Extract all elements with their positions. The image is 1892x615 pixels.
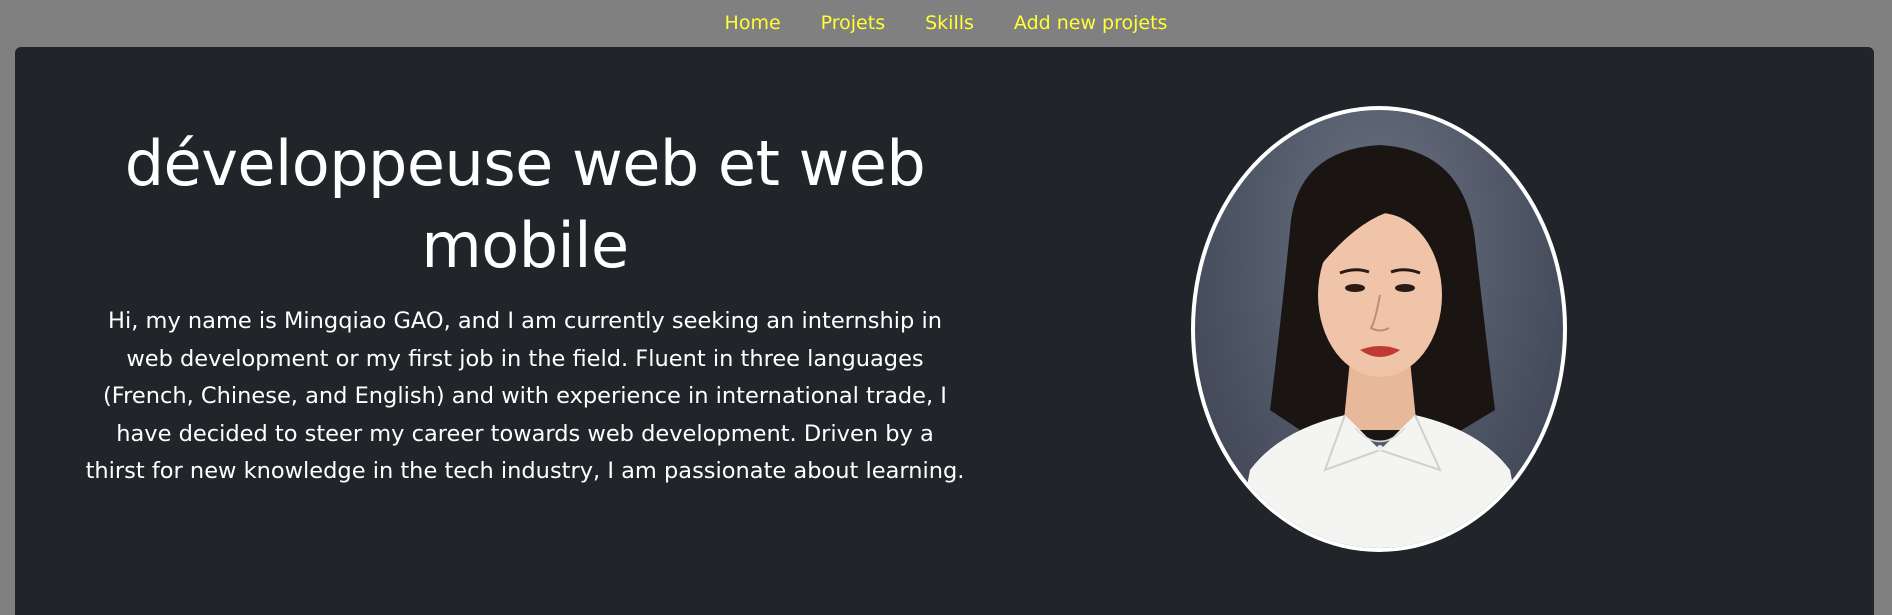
top-navigation: Home Projets Skills Add new projets	[0, 0, 1892, 46]
hero-text-block: développeuse web et web mobile Hi, my na…	[75, 123, 975, 491]
nav-link-skills[interactable]: Skills	[925, 13, 974, 33]
nav-link-projets[interactable]: Projets	[821, 13, 885, 33]
nav-link-home[interactable]: Home	[725, 13, 781, 33]
hero-title: développeuse web et web mobile	[124, 127, 926, 282]
hero-section: développeuse web et web mobile Hi, my na…	[15, 47, 1874, 615]
profile-photo-illustration	[1235, 145, 1525, 548]
hero-intro: Hi, my name is Mingqiao GAO, and I am cu…	[85, 308, 965, 484]
profile-photo	[1191, 106, 1567, 552]
nav-link-add-new-projets[interactable]: Add new projets	[1014, 13, 1168, 33]
